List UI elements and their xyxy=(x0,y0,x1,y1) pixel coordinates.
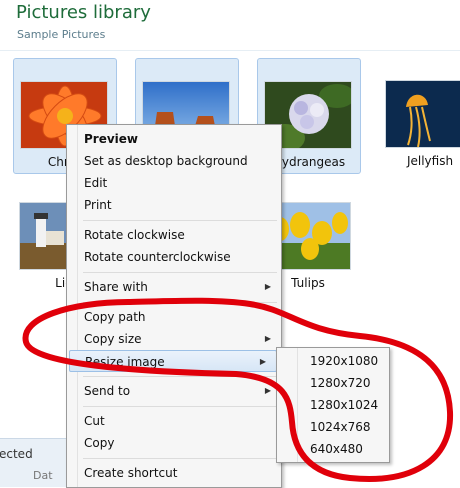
annotation-outline xyxy=(22,297,454,482)
